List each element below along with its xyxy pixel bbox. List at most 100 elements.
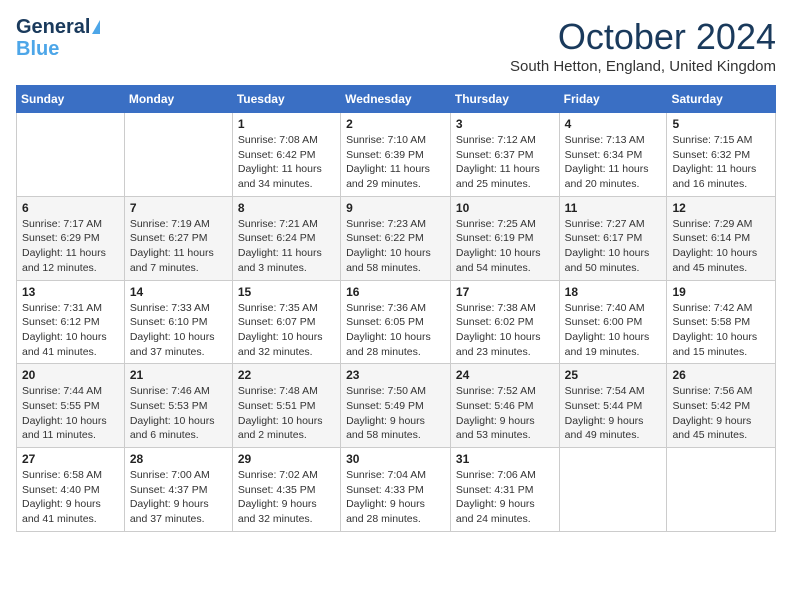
day-info: Sunrise: 7:33 AMSunset: 6:10 PMDaylight:… <box>130 301 227 360</box>
day-info: Sunrise: 7:46 AMSunset: 5:53 PMDaylight:… <box>130 384 227 443</box>
calendar-cell: 13Sunrise: 7:31 AMSunset: 6:12 PMDayligh… <box>17 280 125 364</box>
col-friday: Friday <box>559 86 667 113</box>
calendar-cell: 30 Sunrise: 7:04 AMSunset: 4:33 PMDayligh… <box>341 448 451 532</box>
calendar-cell: 14 Sunrise: 7:33 AMSunset: 6:10 PMDayligh… <box>124 280 232 364</box>
calendar-cell: 1Sunrise: 7:08 AMSunset: 6:42 PMDaylight… <box>232 113 340 197</box>
day-info: Sunrise: 7:02 AMSunset: 4:35 PMDaylight:… <box>238 468 335 527</box>
logo-icon <box>92 20 100 34</box>
calendar-cell: 22 Sunrise: 7:48 AMSunset: 5:51 PMDayligh… <box>232 364 340 448</box>
calendar-cell: 27 Sunrise: 6:58 AMSunset: 4:40 PMDayligh… <box>17 448 125 532</box>
day-info: Sunrise: 7:42 AMSunset: 5:58 PMDaylight:… <box>672 301 770 360</box>
calendar-cell: 21 Sunrise: 7:46 AMSunset: 5:53 PMDayligh… <box>124 364 232 448</box>
location: South Hetton, England, United Kingdom <box>510 58 776 75</box>
calendar-cell: 8 Sunrise: 7:21 AMSunset: 6:24 PMDaylight… <box>232 196 340 280</box>
calendar-table: Sunday Monday Tuesday Wednesday Thursday… <box>16 85 776 532</box>
col-wednesday: Wednesday <box>341 86 451 113</box>
day-info: Sunrise: 7:31 AMSunset: 6:12 PMDaylight:… <box>22 301 119 360</box>
day-number: 1 <box>238 117 335 131</box>
day-info: Sunrise: 7:13 AMSunset: 6:34 PMDaylight:… <box>565 133 662 192</box>
day-number: 8 <box>238 201 335 215</box>
day-number: 18 <box>565 285 662 299</box>
calendar-week-1: 1Sunrise: 7:08 AMSunset: 6:42 PMDaylight… <box>17 113 776 197</box>
page-header: General Blue October 2024 South Hetton, … <box>16 16 776 75</box>
day-info: Sunrise: 7:06 AMSunset: 4:31 PMDaylight:… <box>456 468 554 527</box>
calendar-cell: 17 Sunrise: 7:38 AMSunset: 6:02 PMDayligh… <box>450 280 559 364</box>
month-title: October 2024 <box>510 16 776 58</box>
day-info: Sunrise: 7:29 AMSunset: 6:14 PMDaylight:… <box>672 217 770 276</box>
col-thursday: Thursday <box>450 86 559 113</box>
calendar-cell: 20Sunrise: 7:44 AMSunset: 5:55 PMDayligh… <box>17 364 125 448</box>
day-number: 22 <box>238 368 335 382</box>
day-number: 10 <box>456 201 554 215</box>
day-number: 25 <box>565 368 662 382</box>
calendar-cell: 6 Sunrise: 7:17 AMSunset: 6:29 PMDaylight… <box>17 196 125 280</box>
logo-text-blue: Blue <box>16 38 59 60</box>
day-info: Sunrise: 7:38 AMSunset: 6:02 PMDaylight:… <box>456 301 554 360</box>
calendar-cell: 24Sunrise: 7:52 AMSunset: 5:46 PMDayligh… <box>450 364 559 448</box>
calendar-cell <box>667 448 776 532</box>
day-number: 7 <box>130 201 227 215</box>
day-info: Sunrise: 7:40 AMSunset: 6:00 PMDaylight:… <box>565 301 662 360</box>
calendar-cell: 28 Sunrise: 7:00 AMSunset: 4:37 PMDayligh… <box>124 448 232 532</box>
day-info: Sunrise: 7:27 AMSunset: 6:17 PMDaylight:… <box>565 217 662 276</box>
day-number: 16 <box>346 285 445 299</box>
col-tuesday: Tuesday <box>232 86 340 113</box>
logo: General Blue <box>16 16 100 60</box>
calendar-cell: 10 Sunrise: 7:25 AMSunset: 6:19 PMDayligh… <box>450 196 559 280</box>
day-info: Sunrise: 7:36 AMSunset: 6:05 PMDaylight:… <box>346 301 445 360</box>
day-number: 2 <box>346 117 445 131</box>
calendar-cell: 11 Sunrise: 7:27 AMSunset: 6:17 PMDayligh… <box>559 196 667 280</box>
day-number: 27 <box>22 452 119 466</box>
calendar-cell: 16 Sunrise: 7:36 AMSunset: 6:05 PMDayligh… <box>341 280 451 364</box>
day-number: 3 <box>456 117 554 131</box>
calendar-cell <box>124 113 232 197</box>
day-number: 31 <box>456 452 554 466</box>
day-info: Sunrise: 7:19 AMSunset: 6:27 PMDaylight:… <box>130 217 227 276</box>
day-info: Sunrise: 7:56 AMSunset: 5:42 PMDaylight:… <box>672 384 770 443</box>
col-sunday: Sunday <box>17 86 125 113</box>
calendar-cell: 25Sunrise: 7:54 AMSunset: 5:44 PMDayligh… <box>559 364 667 448</box>
calendar-cell: 5 Sunrise: 7:15 AMSunset: 6:32 PMDaylight… <box>667 113 776 197</box>
day-number: 23 <box>346 368 445 382</box>
day-number: 19 <box>672 285 770 299</box>
day-number: 26 <box>672 368 770 382</box>
calendar-week-2: 6 Sunrise: 7:17 AMSunset: 6:29 PMDaylight… <box>17 196 776 280</box>
day-number: 9 <box>346 201 445 215</box>
day-info: Sunrise: 7:25 AMSunset: 6:19 PMDaylight:… <box>456 217 554 276</box>
calendar-cell: 9Sunrise: 7:23 AMSunset: 6:22 PMDaylight… <box>341 196 451 280</box>
calendar-cell: 4 Sunrise: 7:13 AMSunset: 6:34 PMDaylight… <box>559 113 667 197</box>
calendar-cell: 12Sunrise: 7:29 AMSunset: 6:14 PMDayligh… <box>667 196 776 280</box>
day-number: 6 <box>22 201 119 215</box>
calendar-cell: 23 Sunrise: 7:50 AMSunset: 5:49 PMDayligh… <box>341 364 451 448</box>
day-number: 15 <box>238 285 335 299</box>
calendar-cell: 15 Sunrise: 7:35 AMSunset: 6:07 PMDayligh… <box>232 280 340 364</box>
day-number: 17 <box>456 285 554 299</box>
day-number: 30 <box>346 452 445 466</box>
header-row: Sunday Monday Tuesday Wednesday Thursday… <box>17 86 776 113</box>
day-info: Sunrise: 7:21 AMSunset: 6:24 PMDaylight:… <box>238 217 335 276</box>
col-saturday: Saturday <box>667 86 776 113</box>
calendar-cell: 19 Sunrise: 7:42 AMSunset: 5:58 PMDayligh… <box>667 280 776 364</box>
day-info: Sunrise: 7:48 AMSunset: 5:51 PMDaylight:… <box>238 384 335 443</box>
calendar-week-3: 13Sunrise: 7:31 AMSunset: 6:12 PMDayligh… <box>17 280 776 364</box>
day-info: Sunrise: 7:15 AMSunset: 6:32 PMDaylight:… <box>672 133 770 192</box>
calendar-cell: 29Sunrise: 7:02 AMSunset: 4:35 PMDayligh… <box>232 448 340 532</box>
day-number: 5 <box>672 117 770 131</box>
day-info: Sunrise: 7:12 AMSunset: 6:37 PMDaylight:… <box>456 133 554 192</box>
day-number: 14 <box>130 285 227 299</box>
day-info: Sunrise: 7:50 AMSunset: 5:49 PMDaylight:… <box>346 384 445 443</box>
day-info: Sunrise: 7:17 AMSunset: 6:29 PMDaylight:… <box>22 217 119 276</box>
day-number: 11 <box>565 201 662 215</box>
day-number: 20 <box>22 368 119 382</box>
day-info: Sunrise: 7:04 AMSunset: 4:33 PMDaylight:… <box>346 468 445 527</box>
day-number: 28 <box>130 452 227 466</box>
calendar-week-4: 20Sunrise: 7:44 AMSunset: 5:55 PMDayligh… <box>17 364 776 448</box>
calendar-week-5: 27 Sunrise: 6:58 AMSunset: 4:40 PMDayligh… <box>17 448 776 532</box>
day-number: 21 <box>130 368 227 382</box>
day-info: Sunrise: 7:35 AMSunset: 6:07 PMDaylight:… <box>238 301 335 360</box>
title-area: October 2024 South Hetton, England, Unit… <box>510 16 776 75</box>
calendar-cell: 18 Sunrise: 7:40 AMSunset: 6:00 PMDayligh… <box>559 280 667 364</box>
day-number: 4 <box>565 117 662 131</box>
day-info: Sunrise: 6:58 AMSunset: 4:40 PMDaylight:… <box>22 468 119 527</box>
day-info: Sunrise: 7:00 AMSunset: 4:37 PMDaylight:… <box>130 468 227 527</box>
